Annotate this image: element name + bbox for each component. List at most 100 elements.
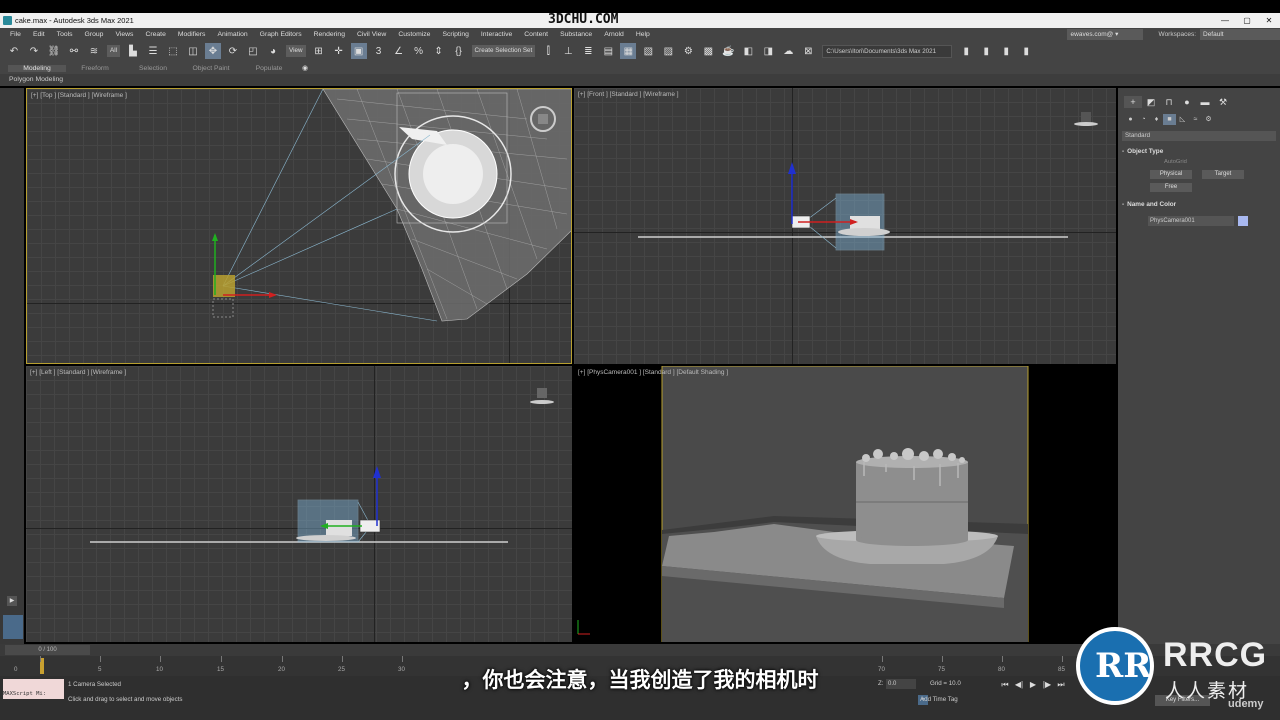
select-by-name-icon[interactable]: ☰	[145, 43, 161, 59]
render-icon[interactable]: ☕	[720, 43, 736, 59]
target-camera-button[interactable]: Target	[1202, 170, 1244, 179]
project-open-icon[interactable]: ▮	[978, 43, 994, 59]
category-dropdown[interactable]: Standard	[1122, 131, 1276, 141]
rect-selection-icon[interactable]: ⬚	[165, 43, 181, 59]
modify-tab-icon[interactable]: ◩	[1142, 96, 1160, 108]
menu-content[interactable]: Content	[518, 31, 554, 38]
viewport-camera-label[interactable]: [+] [PhysCamera001 ] [Standard ] [Defaul…	[578, 369, 728, 376]
menu-file[interactable]: File	[4, 31, 27, 38]
menu-modifiers[interactable]: Modifiers	[172, 31, 212, 38]
rendered-frame-icon[interactable]: ▩	[700, 43, 716, 59]
select-object-icon[interactable]: ▙	[125, 43, 141, 59]
material-editor-icon[interactable]: ▨	[660, 43, 676, 59]
menu-civil-view[interactable]: Civil View	[351, 31, 392, 38]
menu-animation[interactable]: Animation	[211, 31, 253, 38]
frame-counter[interactable]: 0 / 100	[5, 645, 90, 655]
link-icon[interactable]: ⛓	[46, 43, 62, 59]
menu-interactive[interactable]: Interactive	[475, 31, 518, 38]
viewport-top[interactable]: [+] [Top ] [Standard ] [Wireframe ]	[26, 88, 572, 364]
viewport-camera[interactable]: [+] [PhysCamera001 ] [Standard ] [Defaul…	[574, 366, 1116, 642]
viewport-top-label[interactable]: [+] [Top ] [Standard ] [Wireframe ]	[31, 92, 127, 99]
schematic-view-icon[interactable]: ▧	[640, 43, 656, 59]
edit-named-sets-icon[interactable]: {}	[451, 43, 467, 59]
named-selection-dropdown[interactable]: Create Selection Set	[471, 45, 536, 57]
menu-edit[interactable]: Edit	[27, 31, 51, 38]
object-color-swatch[interactable]	[1238, 216, 1248, 226]
menu-scripting[interactable]: Scripting	[436, 31, 474, 38]
motion-tab-icon[interactable]: ●	[1178, 96, 1196, 108]
toggle-ribbon-icon[interactable]: ▤	[600, 43, 616, 59]
autogrid-checkbox[interactable]: AutoGrid	[1164, 159, 1187, 165]
viewport-layout-button[interactable]	[3, 615, 23, 639]
menu-substance[interactable]: Substance	[554, 31, 598, 38]
object-name-field[interactable]: PhysCamera001	[1148, 216, 1234, 226]
hierarchy-tab-icon[interactable]: ⊓	[1160, 96, 1178, 108]
helpers-icon[interactable]: ◺	[1176, 114, 1189, 125]
render-iterative-icon[interactable]: ◨	[760, 43, 776, 59]
viewport-front[interactable]: [+] [Front ] [Standard ] [Wireframe ]	[574, 88, 1116, 364]
keyboard-shortcut-override-icon[interactable]: ▣	[350, 43, 367, 59]
viewport-front-label[interactable]: [+] [Front ] [Standard ] [Wireframe ]	[578, 91, 679, 98]
bind-space-warp-icon[interactable]: ≋	[86, 43, 102, 59]
viewport-left-label[interactable]: [+] [Left ] [Standard ] [Wireframe ]	[30, 369, 126, 376]
mirror-icon[interactable]: ⫿	[540, 43, 556, 59]
percent-snap-icon[interactable]: %	[411, 43, 427, 59]
create-tab-icon[interactable]: +	[1124, 96, 1142, 108]
display-tab-icon[interactable]: ▬	[1196, 96, 1214, 108]
lights-icon[interactable]: ♦	[1150, 114, 1163, 125]
rotate-icon[interactable]: ⟳	[225, 43, 241, 59]
spinner-snap-icon[interactable]: ⇕	[431, 43, 447, 59]
minimize-button[interactable]: —	[1214, 13, 1236, 28]
render-in-cloud-icon[interactable]: ☁	[780, 43, 796, 59]
physical-camera-button[interactable]: Physical	[1150, 170, 1192, 179]
geometry-icon[interactable]: ●	[1124, 114, 1137, 125]
workspaces-dropdown[interactable]: Default	[1200, 28, 1280, 40]
align-icon[interactable]: ⊥	[560, 43, 576, 59]
ribbon-options-icon[interactable]: ◉	[300, 64, 310, 72]
a360-gallery-icon[interactable]: ⊠	[800, 43, 816, 59]
project-path-field[interactable]: C:\Users\Itori\Documents\3ds Max 2021	[822, 44, 953, 58]
menu-group[interactable]: Group	[79, 31, 110, 38]
ribbon-tab-selection[interactable]: Selection	[124, 65, 182, 72]
selection-filter-dropdown[interactable]: All	[107, 45, 120, 57]
window-crossing-icon[interactable]: ◫	[185, 43, 201, 59]
unlink-icon[interactable]: ⚯	[66, 43, 82, 59]
render-active-icon[interactable]: ◧	[740, 43, 756, 59]
reference-coord-dropdown[interactable]: View	[286, 45, 306, 57]
placement-icon[interactable]: ◕	[265, 43, 281, 59]
scale-icon[interactable]: ◰	[245, 43, 261, 59]
ribbon-tab-object-paint[interactable]: Object Paint	[182, 65, 240, 72]
curve-editor-icon[interactable]: ▦	[620, 43, 637, 59]
layer-explorer-icon[interactable]: ≣	[580, 43, 596, 59]
move-icon[interactable]: ✥	[205, 43, 221, 59]
cameras-icon[interactable]: ■	[1163, 114, 1176, 125]
project-folder-icon[interactable]: ▮	[958, 43, 974, 59]
viewport-left[interactable]: [+] [Left ] [Standard ] [Wireframe ]	[26, 366, 572, 642]
add-time-tag[interactable]: Add Time Tag	[920, 696, 958, 703]
pivot-icon[interactable]: ⊞	[311, 43, 327, 59]
utilities-tab-icon[interactable]: ⚒	[1214, 96, 1232, 108]
systems-icon[interactable]: ⚙	[1202, 114, 1215, 125]
object-type-rollout[interactable]: - Object Type	[1122, 148, 1276, 155]
menu-arnold[interactable]: Arnold	[598, 31, 630, 38]
render-setup-icon[interactable]: ⚙	[680, 43, 696, 59]
redo-icon[interactable]: ↷	[26, 43, 42, 59]
project-create-icon[interactable]: ▮	[998, 43, 1014, 59]
select-manipulate-icon[interactable]: ✛	[331, 43, 347, 59]
angle-snap-icon[interactable]: ∠	[391, 43, 407, 59]
ribbon-tab-populate[interactable]: Populate	[240, 65, 298, 72]
space-warps-icon[interactable]: ≈	[1189, 114, 1202, 125]
ribbon-tab-freeform[interactable]: Freeform	[66, 65, 124, 72]
close-button[interactable]: ✕	[1258, 13, 1280, 28]
menu-help[interactable]: Help	[630, 31, 656, 38]
menu-create[interactable]: Create	[139, 31, 171, 38]
maximize-button[interactable]: ▢	[1236, 13, 1258, 28]
menu-customize[interactable]: Customize	[392, 31, 436, 38]
undo-icon[interactable]: ↶	[6, 43, 22, 59]
menu-views[interactable]: Views	[109, 31, 139, 38]
menu-rendering[interactable]: Rendering	[308, 31, 351, 38]
ribbon-tab-modeling[interactable]: Modeling	[8, 64, 66, 72]
name-color-rollout[interactable]: - Name and Color	[1122, 201, 1276, 208]
menu-tools[interactable]: Tools	[51, 31, 79, 38]
project-settings-icon[interactable]: ▮	[1018, 43, 1034, 59]
